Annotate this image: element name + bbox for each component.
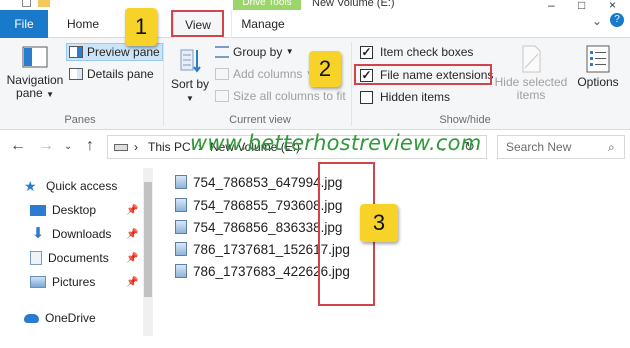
- add-columns-label: Add columns: [233, 67, 303, 81]
- group-by-icon: [215, 46, 229, 58]
- sort-icon: [180, 49, 201, 73]
- nav-item-label: Downloads: [52, 227, 112, 241]
- nav-item-onedrive[interactable]: OneDrive: [24, 308, 96, 328]
- recent-locations-icon[interactable]: ⌄: [64, 141, 72, 152]
- size-all-columns-label: Size all columns to fit: [233, 89, 346, 103]
- options-label: Options: [577, 75, 619, 89]
- folder-icon[interactable]: [38, 0, 50, 7]
- chevron-down-icon: ▼: [46, 90, 54, 99]
- nav-item-quick-access[interactable]: ★ Quick access: [24, 176, 117, 196]
- preview-pane-label: Preview pane: [87, 45, 160, 59]
- nav-item-label: Pictures: [52, 275, 96, 289]
- image-file-icon: [175, 198, 187, 212]
- preview-pane-icon: [69, 46, 83, 58]
- hidden-items-toggle[interactable]: Hidden items: [360, 88, 450, 106]
- documents-icon: [30, 251, 42, 265]
- panes-group-label: Panes: [64, 114, 96, 126]
- up-arrow-icon[interactable]: ↑: [86, 137, 94, 155]
- hide-selected-items-label: Hide selected items: [494, 75, 568, 102]
- drive-icon: [114, 144, 128, 151]
- nav-item-label: Quick access: [46, 179, 118, 193]
- callout-badge-1: 1: [125, 8, 157, 46]
- image-file-icon: [175, 242, 187, 256]
- size-all-columns-button[interactable]: Size all columns to fit: [215, 87, 346, 105]
- group-separator: [163, 42, 164, 126]
- nav-item-pictures[interactable]: Pictures: [30, 272, 95, 292]
- nav-item-label: Desktop: [52, 203, 97, 217]
- item-check-boxes-toggle[interactable]: ✓ Item check boxes: [360, 43, 473, 61]
- callout-badge-2: 2: [309, 51, 341, 87]
- size-columns-icon: [215, 90, 229, 102]
- star-icon: ★: [24, 178, 37, 194]
- search-icon: ⌕: [608, 140, 615, 154]
- forward-arrow-icon[interactable]: →: [38, 137, 54, 155]
- navigation-pane-label: Navigation pane: [6, 73, 64, 100]
- details-pane-label: Details pane: [87, 67, 154, 81]
- file-name-extensions-highlight: [354, 64, 492, 85]
- nav-item-documents[interactable]: Documents: [30, 248, 109, 268]
- tab-manage[interactable]: Manage: [231, 10, 294, 38]
- current-view-group-label: Current view: [229, 114, 291, 126]
- checkbox-empty-icon: [360, 90, 373, 104]
- cloud-icon: [24, 313, 39, 323]
- status-bar: [0, 340, 630, 348]
- desktop-icon: [30, 204, 46, 216]
- search-input[interactable]: Search New: [506, 140, 571, 154]
- nav-item-label: OneDrive: [45, 311, 96, 325]
- navigation-pane-button[interactable]: Navigation pane ▼: [5, 44, 65, 101]
- add-columns-button[interactable]: Add columns ▼: [215, 65, 314, 83]
- add-columns-icon: [215, 68, 229, 80]
- view-tab-highlight: [171, 10, 224, 37]
- search-box[interactable]: Search New ⌕: [497, 135, 625, 159]
- chevron-right-icon: ›: [134, 140, 138, 154]
- window-title: New Volume (E:): [312, 0, 395, 9]
- image-file-icon: [175, 220, 187, 234]
- show-hide-group-label: Show/hide: [439, 114, 491, 126]
- help-icon[interactable]: ?: [610, 13, 624, 27]
- ribbon-tab-row: File Home View Manage: [0, 10, 630, 39]
- tab-home[interactable]: Home: [48, 10, 118, 38]
- pin-icon[interactable]: 📌: [126, 205, 138, 216]
- options-icon: [586, 45, 610, 73]
- scrollbar-thumb[interactable]: [144, 182, 152, 297]
- group-by-label: Group by: [233, 45, 283, 59]
- chevron-down-icon: ▼: [186, 94, 194, 103]
- download-icon: ⬇: [31, 225, 45, 242]
- image-file-icon: [175, 264, 187, 278]
- details-pane-icon: [69, 68, 83, 80]
- back-arrow-icon[interactable]: ←: [10, 137, 26, 155]
- tab-file[interactable]: File: [0, 10, 48, 38]
- navigation-pane-icon: [22, 46, 48, 68]
- checkbox-checked-icon: ✓: [360, 44, 373, 59]
- navigation-pane: ★ Quick access Desktop 📌 ⬇ Downloads 📌 D…: [0, 164, 155, 348]
- save-icon[interactable]: [22, 0, 31, 7]
- nav-item-downloads[interactable]: ⬇ Downloads: [30, 224, 112, 244]
- pin-icon[interactable]: 📌: [126, 229, 138, 240]
- pin-icon[interactable]: 📌: [126, 277, 138, 288]
- chevron-down-icon: ▼: [285, 47, 294, 56]
- nav-item-desktop[interactable]: Desktop: [30, 200, 96, 220]
- drive-tools-header: Drive Tools: [233, 0, 301, 10]
- hide-selected-items-button[interactable]: Hide selected items: [493, 44, 569, 102]
- pin-icon[interactable]: 📌: [126, 253, 138, 264]
- group-separator: [351, 42, 352, 126]
- group-by-button[interactable]: Group by ▼: [215, 43, 294, 61]
- pictures-icon: [30, 276, 46, 288]
- watermark-text: www.betterhostreview.com: [190, 131, 482, 155]
- collapse-ribbon-icon[interactable]: ⌄: [592, 14, 602, 28]
- title-bar: Drive Tools New Volume (E:) – □ ×: [0, 0, 630, 12]
- item-check-boxes-label: Item check boxes: [380, 45, 474, 59]
- sort-by-label: Sort by: [170, 77, 209, 91]
- image-file-icon: [175, 175, 187, 189]
- details-pane-button[interactable]: Details pane: [69, 65, 154, 83]
- callout-badge-3: 3: [360, 204, 398, 242]
- breadcrumb-this-pc[interactable]: This PC: [148, 140, 191, 154]
- sort-by-button[interactable]: Sort by ▼: [170, 46, 210, 105]
- hide-selected-icon: [522, 45, 541, 73]
- options-button[interactable]: Options: [572, 44, 624, 89]
- nav-item-label: Documents: [48, 251, 109, 265]
- hidden-items-label: Hidden items: [380, 90, 451, 104]
